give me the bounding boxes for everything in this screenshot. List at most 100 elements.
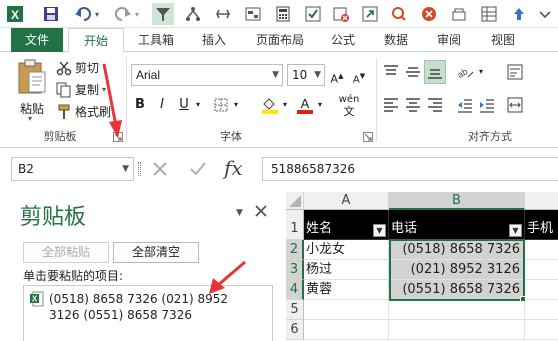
- orientation-dropdown-icon[interactable]: ▾: [476, 62, 486, 82]
- tab-toolbox[interactable]: 工具箱: [128, 28, 184, 52]
- align-middle-button[interactable]: [404, 62, 422, 82]
- wrap-text-button[interactable]: [506, 62, 524, 82]
- column-header-c[interactable]: [525, 192, 558, 210]
- paste-dropdown-icon[interactable]: ▾: [28, 114, 32, 123]
- row-header[interactable]: 6: [286, 320, 304, 340]
- network-icon[interactable]: [448, 3, 470, 25]
- font-size-dropdown-icon[interactable]: ▼: [314, 65, 321, 85]
- merge-center-button[interactable]: [506, 95, 524, 115]
- insert-function-button[interactable]: fx: [224, 156, 243, 180]
- tab-file[interactable]: 文件: [11, 28, 63, 52]
- row-header[interactable]: 1: [286, 210, 304, 240]
- header-cell-phone[interactable]: 电话 ▼: [389, 210, 525, 240]
- enter-icon[interactable]: [188, 159, 208, 179]
- name-cell[interactable]: 杨过: [304, 260, 389, 280]
- paste-all-button[interactable]: 全部粘贴: [23, 242, 109, 263]
- font-color-dropdown-icon[interactable]: ▾: [315, 95, 325, 115]
- search-icon[interactable]: [388, 3, 410, 25]
- empty-cell[interactable]: [389, 320, 525, 340]
- fill-color-button[interactable]: [260, 95, 280, 115]
- undo-icon[interactable]: [72, 3, 94, 25]
- save-icon[interactable]: [40, 3, 62, 25]
- tab-formulas[interactable]: 公式: [320, 28, 366, 52]
- tab-view[interactable]: 视图: [478, 28, 528, 52]
- filter-icon[interactable]: [152, 3, 174, 25]
- paste-button[interactable]: 粘贴 ▾: [14, 58, 50, 123]
- tab-page-layout[interactable]: 页面布局: [244, 28, 316, 52]
- bold-button[interactable]: B: [131, 95, 149, 115]
- name-box-dropdown-icon[interactable]: ▼: [122, 158, 129, 180]
- empty-cell[interactable]: [304, 300, 389, 320]
- filter-dropdown-icon[interactable]: ▼: [509, 224, 522, 237]
- name-box[interactable]: B2 ▼: [11, 157, 134, 181]
- calculator-icon[interactable]: [272, 3, 294, 25]
- formula-input[interactable]: 51886587326: [262, 157, 558, 181]
- font-name-dropdown-icon[interactable]: ▼: [272, 65, 279, 85]
- layout-icon[interactable]: [242, 3, 264, 25]
- open-icon[interactable]: [359, 3, 381, 25]
- align-bottom-button[interactable]: [424, 60, 446, 84]
- undo-dropdown-icon[interactable]: ▾: [92, 3, 102, 25]
- copy-dropdown-icon[interactable]: ▾: [102, 80, 106, 100]
- phone-cell[interactable]: (0551) 8658 7326: [389, 280, 525, 300]
- empty-cell[interactable]: [525, 320, 558, 340]
- tab-data[interactable]: 数据: [372, 28, 420, 52]
- phone-cell[interactable]: (021) 8952 3126: [389, 260, 525, 280]
- row-header[interactable]: 5: [286, 300, 304, 320]
- orientation-button[interactable]: ab: [456, 62, 476, 82]
- upload-icon[interactable]: [508, 3, 530, 25]
- decrease-indent-button[interactable]: [456, 95, 474, 115]
- column-header-a[interactable]: A: [304, 192, 389, 210]
- align-center-button[interactable]: [404, 95, 422, 115]
- redo-icon[interactable]: [112, 3, 134, 25]
- select-all-corner[interactable]: [286, 192, 304, 210]
- clipboard-item[interactable]: X (0518) 8658 7326 (021) 8952 3126 (0551…: [23, 285, 273, 341]
- font-color-button[interactable]: A: [295, 95, 315, 115]
- borders-button[interactable]: [212, 95, 230, 115]
- close-icon[interactable]: [254, 204, 268, 218]
- checkbox-icon[interactable]: [302, 3, 324, 25]
- pane-options-icon[interactable]: ▼: [236, 208, 243, 218]
- decrease-font-size-button[interactable]: A▼: [350, 66, 368, 86]
- empty-cell[interactable]: [525, 300, 558, 320]
- copy-button[interactable]: 复制 ▾: [56, 80, 106, 100]
- align-top-button[interactable]: [382, 62, 400, 82]
- mobile-cell[interactable]: [525, 280, 558, 300]
- italic-button[interactable]: I: [153, 95, 171, 115]
- tab-review[interactable]: 审阅: [424, 28, 474, 52]
- header-cell-name[interactable]: 姓名 ▼: [304, 210, 389, 240]
- phonetic-button[interactable]: wén 文: [336, 94, 362, 118]
- name-cell[interactable]: 小龙女: [304, 240, 389, 260]
- table-icon[interactable]: [478, 3, 500, 25]
- increase-font-size-button[interactable]: A▲: [328, 66, 346, 86]
- name-cell[interactable]: 黄蓉: [304, 280, 389, 300]
- mobile-cell[interactable]: [525, 240, 558, 260]
- fill-handle[interactable]: [520, 296, 526, 302]
- tab-home[interactable]: 开始: [68, 28, 124, 53]
- delete-icon[interactable]: [330, 3, 352, 25]
- align-left-button[interactable]: [382, 95, 400, 115]
- filter-dropdown-icon[interactable]: ▼: [373, 224, 386, 237]
- format-painter-button[interactable]: 格式刷: [56, 102, 111, 122]
- font-name-combo[interactable]: Arial ▼: [131, 64, 283, 86]
- fill-color-dropdown-icon[interactable]: ▾: [280, 95, 290, 115]
- font-launcher-button[interactable]: [363, 132, 373, 142]
- align-right-button[interactable]: [426, 95, 444, 115]
- clear-all-button[interactable]: 全部清空: [113, 242, 199, 263]
- column-header-b[interactable]: B: [389, 192, 525, 210]
- tab-insert[interactable]: 插入: [188, 28, 240, 52]
- empty-cell[interactable]: [389, 300, 525, 320]
- tree-icon[interactable]: [182, 3, 204, 25]
- row-header[interactable]: 2: [286, 240, 304, 260]
- phone-cell[interactable]: (0518) 8658 7326: [389, 240, 525, 260]
- row-header[interactable]: 3: [286, 260, 304, 280]
- font-size-combo[interactable]: 10 ▼: [287, 64, 325, 86]
- formula-bar-grip[interactable]: [138, 162, 141, 176]
- clear-search-icon[interactable]: [418, 3, 440, 25]
- mobile-cell[interactable]: [525, 260, 558, 280]
- underline-dropdown-icon[interactable]: ▾: [193, 95, 203, 115]
- row-header[interactable]: 4: [286, 280, 304, 300]
- cancel-icon[interactable]: [150, 159, 170, 179]
- increase-indent-button[interactable]: [478, 95, 496, 115]
- clipboard-launcher-button[interactable]: [113, 132, 123, 142]
